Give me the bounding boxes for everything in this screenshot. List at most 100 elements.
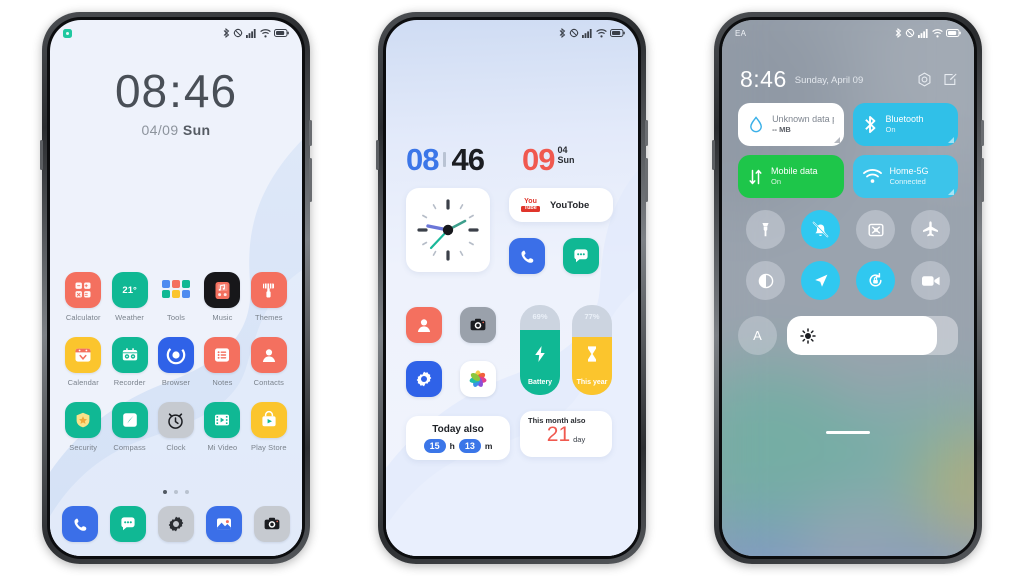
digital-clock-widget: 08 46 09 04 Sun [406, 144, 622, 175]
app-contacts[interactable] [406, 307, 442, 343]
app-compass[interactable]: Compass [106, 402, 152, 452]
app-label: Mi Video [207, 443, 238, 452]
app-contacts[interactable]: Contacts [246, 337, 292, 387]
analog-clock-widget[interactable] [406, 188, 490, 272]
weather-icon: 21° [111, 272, 148, 308]
cast-icon [868, 223, 884, 236]
tile-expand-corner[interactable] [948, 137, 954, 143]
calendar-icon [65, 337, 102, 373]
today-usage-widget[interactable]: Today also 15 h 13 m [406, 416, 510, 460]
year-gauge-widget[interactable]: 77% This year [572, 305, 612, 395]
phone-2-widget-screen: 08 46 09 04 Sun You Tube YouTobe 69% Bat… [376, 12, 648, 564]
wallpaper-wave [386, 170, 638, 556]
battery-icon [274, 29, 289, 37]
app-security[interactable]: Security [60, 402, 106, 452]
dock-gallery-icon[interactable] [206, 506, 242, 542]
app-play-store[interactable]: Play Store [246, 402, 292, 452]
toggle-dark-mode[interactable] [746, 261, 785, 300]
app-tools[interactable]: Tools [153, 272, 199, 322]
battery-icon [610, 29, 625, 37]
gauge-percent: 69% [532, 312, 548, 321]
toggle-location[interactable] [801, 261, 840, 300]
dock-settings-icon[interactable] [158, 506, 194, 542]
dnd-icon [905, 28, 915, 38]
app-clock[interactable]: Clock [153, 402, 199, 452]
toggle-airplane-mode[interactable] [911, 210, 950, 249]
page-indicator[interactable] [50, 490, 302, 494]
today-hours: 15 [423, 438, 446, 453]
gauge-label: This year [576, 379, 608, 386]
date-sub: 04 Sun [557, 145, 574, 166]
settings-icon[interactable] [917, 72, 932, 87]
toggle-cast[interactable] [856, 210, 895, 249]
youtube-label: YouTobe [550, 199, 590, 211]
app-camera[interactable] [460, 307, 496, 343]
dock-phone-icon[interactable] [62, 506, 98, 542]
tile-bluetooth[interactable]: Bluetooth On [852, 103, 958, 146]
app-themes[interactable]: Themes [246, 272, 292, 322]
dock-camera-icon[interactable] [254, 506, 290, 542]
mute-bell-icon [812, 221, 829, 238]
clock-date: 04/09 Sun [141, 122, 211, 138]
tile-expand-corner[interactable] [833, 137, 840, 143]
tile-data-usage[interactable]: Unknown data p -- MB [738, 103, 844, 146]
toggle-flashlight[interactable] [746, 210, 785, 249]
battery-gauge-widget[interactable]: 69% Battery [520, 305, 560, 395]
app-weather[interactable]: 21° Weather [106, 272, 152, 322]
wifi-icon [932, 28, 943, 37]
dnd-icon [233, 28, 243, 38]
home-indicator[interactable] [826, 430, 870, 434]
app-label: Tools [166, 313, 185, 322]
app-notes[interactable]: Notes [199, 337, 245, 387]
app-label: Calendar [67, 378, 99, 387]
gauge-percent: 77% [584, 312, 600, 321]
today-title: Today also [432, 423, 484, 435]
app-messages[interactable] [563, 238, 599, 274]
app-calendar[interactable]: Calendar [60, 337, 106, 387]
app-recorder[interactable]: Recorder [106, 337, 152, 387]
brightness-slider[interactable] [787, 316, 958, 355]
youtube-widget[interactable]: You Tube YouTobe [509, 188, 613, 222]
tile-mobile-data[interactable]: Mobile data On [738, 155, 844, 198]
app-phone[interactable] [509, 238, 545, 274]
rotation-lock-icon [869, 272, 882, 287]
app-label: Music [212, 313, 233, 322]
app-mi-video[interactable]: Mi Video [199, 402, 245, 452]
photos-icon [469, 370, 487, 387]
toggle-silent-mode[interactable] [801, 210, 840, 249]
toggle-screen-record[interactable] [911, 261, 950, 300]
security-icon [65, 402, 102, 438]
toggle-rotation-lock[interactable] [856, 261, 895, 300]
camera-icon [470, 318, 486, 331]
wifi-icon [596, 28, 607, 37]
clock-hours: 08 [406, 142, 439, 177]
gear-icon [416, 371, 432, 387]
app-label: Play Store [250, 443, 287, 452]
today-minutes-unit: m [484, 440, 493, 451]
status-icons [223, 28, 289, 38]
dock-messages-icon[interactable] [110, 506, 146, 542]
tile-wifi[interactable]: Home-5G Connected [852, 155, 958, 198]
month-usage-widget[interactable]: This month also 21 day [520, 411, 612, 457]
app-browser[interactable]: Browser [153, 337, 199, 387]
app-label: Security [69, 443, 98, 452]
auto-brightness-button[interactable]: A [738, 316, 777, 355]
app-label: Notes [212, 378, 233, 387]
app-calculator[interactable]: Calculator [60, 272, 106, 322]
bluetooth-icon [895, 28, 902, 38]
wifi-icon [260, 28, 271, 37]
app-photos[interactable] [460, 361, 496, 397]
brightness-row: A [738, 316, 958, 355]
app-settings[interactable] [406, 361, 442, 397]
camera-active-icon [63, 28, 72, 38]
tile-subtitle: -- MB [772, 125, 791, 135]
tile-expand-corner[interactable] [948, 189, 954, 195]
edit-icon[interactable] [943, 72, 958, 87]
app-label: Contacts [253, 378, 284, 387]
three-phone-showcase: 08:46 04/09 Sun Calculator 21° Weather T… [0, 0, 1024, 576]
battery-icon [946, 29, 961, 37]
hourglass-icon [588, 346, 596, 362]
app-music[interactable]: Music [199, 272, 245, 322]
airplane-icon [923, 221, 938, 237]
date-weekday: Sun [557, 155, 575, 166]
